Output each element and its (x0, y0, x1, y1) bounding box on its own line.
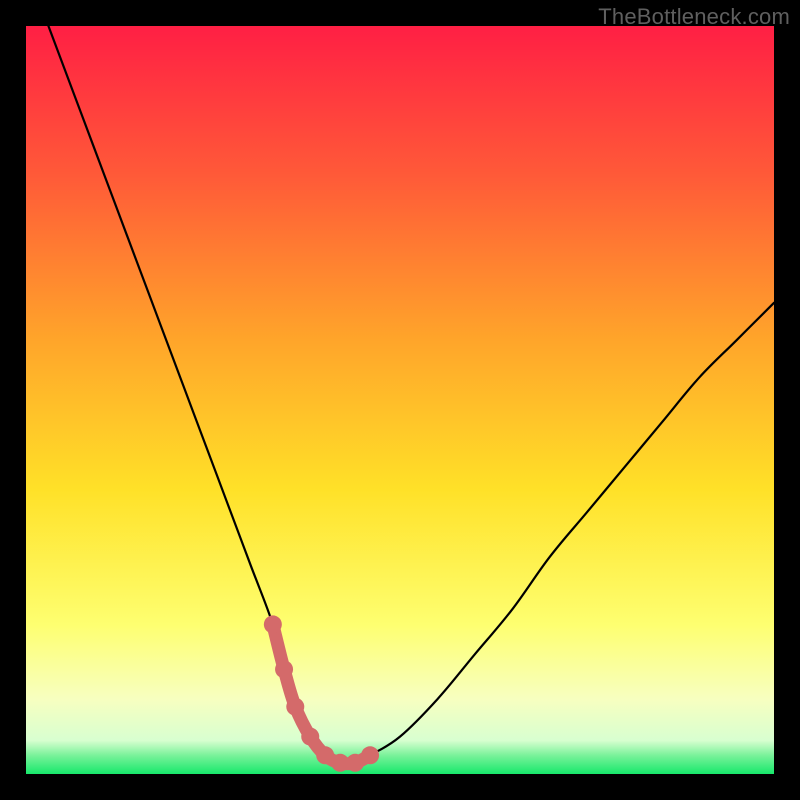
curve-layer (26, 26, 774, 774)
plot-area (26, 26, 774, 774)
highlight-dot (264, 615, 282, 633)
bottleneck-curve (48, 26, 774, 764)
optimal-region-highlight (273, 624, 370, 763)
chart-frame: TheBottleneck.com (0, 0, 800, 800)
highlight-dot (361, 746, 379, 764)
highlight-dot (286, 698, 304, 716)
highlight-dot (301, 728, 319, 746)
highlight-dot (275, 660, 293, 678)
watermark-text: TheBottleneck.com (598, 4, 790, 30)
